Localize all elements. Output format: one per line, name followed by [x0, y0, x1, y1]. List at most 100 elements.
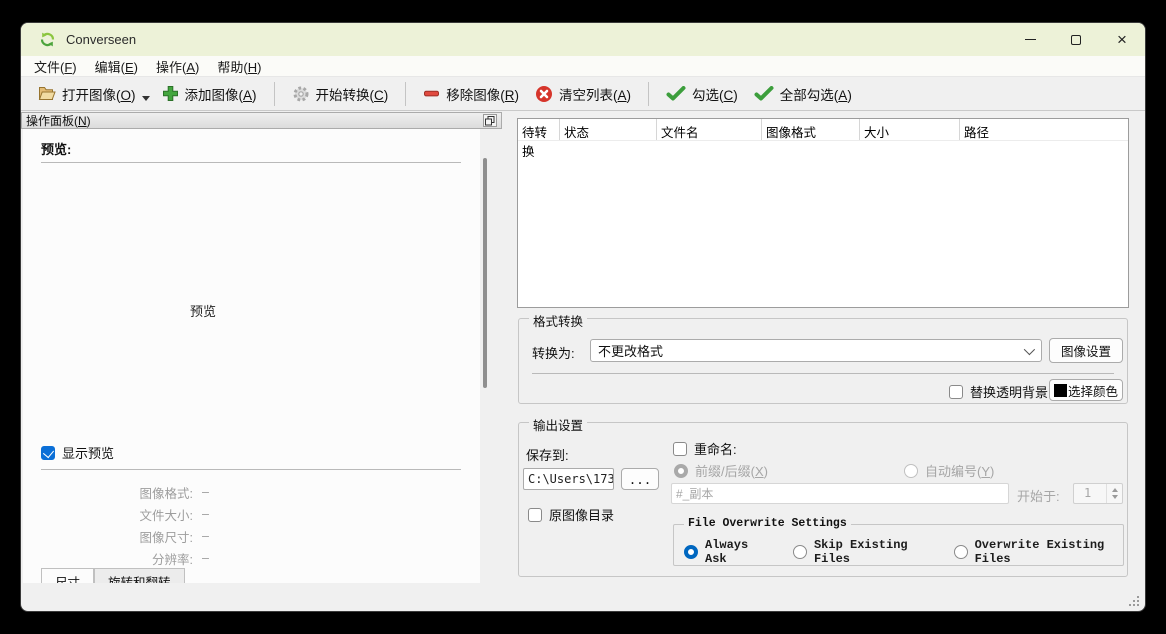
clear-list-label: 清空列表(A) [559, 84, 631, 104]
save-to-label: 保存到: [526, 445, 569, 464]
image-settings-label: 图像设置 [1061, 341, 1111, 360]
same-directory-checkbox[interactable]: 原图像目录 [528, 505, 614, 524]
minimize-button[interactable] [1007, 23, 1053, 56]
image-info: 图像格式: – 文件大小: – 图像尺寸: – 分辨率: – [23, 481, 323, 569]
overwrite-existing-radio-circle [954, 545, 968, 559]
show-preview-checkbox[interactable]: 显示预览 [41, 443, 114, 462]
clear-list-icon [535, 85, 553, 103]
convert-gear-icon [292, 85, 310, 103]
browse-button[interactable]: ... [621, 468, 659, 490]
actions-panel-header: 操作面板(N) [21, 112, 502, 129]
save-path-input[interactable]: C:\Users\17371 [523, 468, 614, 490]
maximize-button[interactable] [1053, 23, 1099, 56]
spinner-arrows [1106, 484, 1122, 503]
remove-minus-icon [423, 85, 440, 102]
color-swatch [1054, 384, 1067, 397]
overwrite-options: Always Ask Skip Existing Files Overwrite… [684, 538, 1114, 566]
rename-label: 重命名: [694, 439, 737, 458]
info-dimensions-label: 图像尺寸: [23, 527, 193, 546]
rename-checkbox[interactable]: 重命名: [673, 439, 737, 458]
info-filesize-label: 文件大小: [23, 505, 193, 524]
close-button[interactable]: × [1099, 23, 1145, 56]
divider [41, 162, 461, 163]
resize-grip[interactable] [1127, 594, 1140, 607]
always-ask-label: Always Ask [705, 538, 761, 566]
start-at-spinner: 1 [1073, 483, 1123, 504]
toolbar-separator [274, 82, 275, 106]
column-path[interactable]: 路径 [960, 119, 1128, 140]
column-size[interactable]: 大小 [860, 119, 960, 140]
replace-transparent-checkbox[interactable]: 替换透明背景 [949, 382, 1048, 401]
chevron-down-icon [1024, 343, 1035, 354]
check-all-button[interactable]: 全部勾选(A) [746, 80, 860, 108]
format-select-value: 不更改格式 [598, 341, 663, 360]
browse-label: ... [629, 472, 652, 487]
close-icon: × [1117, 31, 1127, 48]
column-image-format[interactable]: 图像格式 [762, 119, 860, 140]
minimize-icon [1025, 39, 1036, 40]
panel-scrollbar-handle[interactable] [483, 158, 487, 388]
column-filename[interactable]: 文件名 [657, 119, 762, 140]
overwrite-existing-label: Overwrite Existing Files [975, 538, 1114, 566]
start-conversion-label: 开始转换(C) [316, 84, 389, 104]
auto-number-radio: 自动编号(Y) [904, 461, 994, 480]
rename-pattern-value: #_副本 [676, 485, 713, 502]
window-title: Converseen [66, 32, 136, 47]
auto-number-radio-circle [904, 464, 918, 478]
replace-transparent-label: 替换透明背景 [970, 382, 1048, 401]
output-settings-group: 输出设置 保存到: C:\Users\17371 ... 原图像目录 重命名: … [518, 422, 1128, 577]
toolbar-separator [405, 82, 406, 106]
preview-placeholder: 预览 [168, 301, 238, 320]
info-row-resolution: 分辨率: – [23, 547, 323, 569]
check-button[interactable]: 勾选(C) [658, 80, 746, 108]
info-filesize-value: – [202, 507, 209, 521]
tab-rotate-flip[interactable]: 旋转和翻转 [94, 568, 185, 583]
file-list-table: 待转换 状态 文件名 图像格式 大小 路径 [517, 118, 1129, 308]
file-list-body[interactable] [518, 141, 1128, 307]
skip-existing-label: Skip Existing Files [814, 538, 924, 566]
column-to-convert[interactable]: 待转换 [518, 119, 560, 140]
column-status[interactable]: 状态 [560, 119, 657, 140]
float-panel-button[interactable] [483, 114, 497, 127]
check-all-icon [754, 86, 774, 101]
clear-list-button[interactable]: 清空列表(A) [527, 80, 639, 108]
start-at-label: 开始于: [1017, 486, 1060, 505]
info-row-filesize: 文件大小: – [23, 503, 323, 525]
choose-color-label: 选择颜色 [1068, 381, 1118, 400]
tab-dimensions[interactable]: 尺寸 [41, 568, 94, 583]
float-panel-icon [485, 116, 495, 126]
same-directory-label: 原图像目录 [549, 505, 614, 524]
window-controls: × [1007, 23, 1145, 56]
same-directory-checkbox-box [528, 508, 542, 522]
always-ask-radio[interactable]: Always Ask [684, 538, 761, 566]
file-list-header: 待转换 状态 文件名 图像格式 大小 路径 [518, 119, 1128, 141]
spinner-down-icon [1112, 495, 1118, 499]
choose-color-button[interactable]: 选择颜色 [1049, 379, 1123, 401]
image-settings-button[interactable]: 图像设置 [1049, 338, 1123, 363]
info-resolution-label: 分辨率: [23, 549, 193, 568]
spinner-up-icon [1112, 488, 1118, 492]
app-window: Converseen × 文件(F) 编辑(E) 操作(A) 帮助(H) 打开图… [20, 22, 1146, 612]
menu-file[interactable]: 文件(F) [25, 55, 86, 78]
remove-images-button[interactable]: 移除图像(R) [415, 80, 527, 108]
start-conversion-button[interactable]: 开始转换(C) [284, 80, 397, 108]
format-conversion-group: 格式转换 转换为: 不更改格式 图像设置 替换透明背景 选择颜色 [518, 318, 1128, 404]
check-label: 勾选(C) [692, 84, 738, 104]
replace-transparent-checkbox-box [949, 385, 963, 399]
menu-help[interactable]: 帮助(H) [208, 55, 270, 78]
tab-rotate-flip-label: 旋转和翻转 [108, 576, 171, 583]
always-ask-radio-circle [684, 545, 698, 559]
overwrite-existing-radio[interactable]: Overwrite Existing Files [954, 538, 1114, 566]
format-select[interactable]: 不更改格式 [590, 339, 1042, 362]
open-images-dropdown-icon[interactable] [142, 96, 150, 101]
skip-existing-radio[interactable]: Skip Existing Files [793, 538, 924, 566]
menu-edit[interactable]: 编辑(E) [86, 55, 147, 78]
open-images-button[interactable]: 打开图像(O) [29, 80, 144, 108]
info-format-value: – [202, 485, 209, 499]
actions-panel-title: 操作面板(N) [26, 112, 91, 129]
prefix-suffix-label: 前缀/后缀(X) [695, 461, 768, 480]
format-group-title: 格式转换 [529, 311, 587, 330]
auto-number-label: 自动编号(Y) [925, 461, 994, 480]
add-images-button[interactable]: 添加图像(A) [154, 80, 265, 108]
menu-actions[interactable]: 操作(A) [147, 55, 208, 78]
